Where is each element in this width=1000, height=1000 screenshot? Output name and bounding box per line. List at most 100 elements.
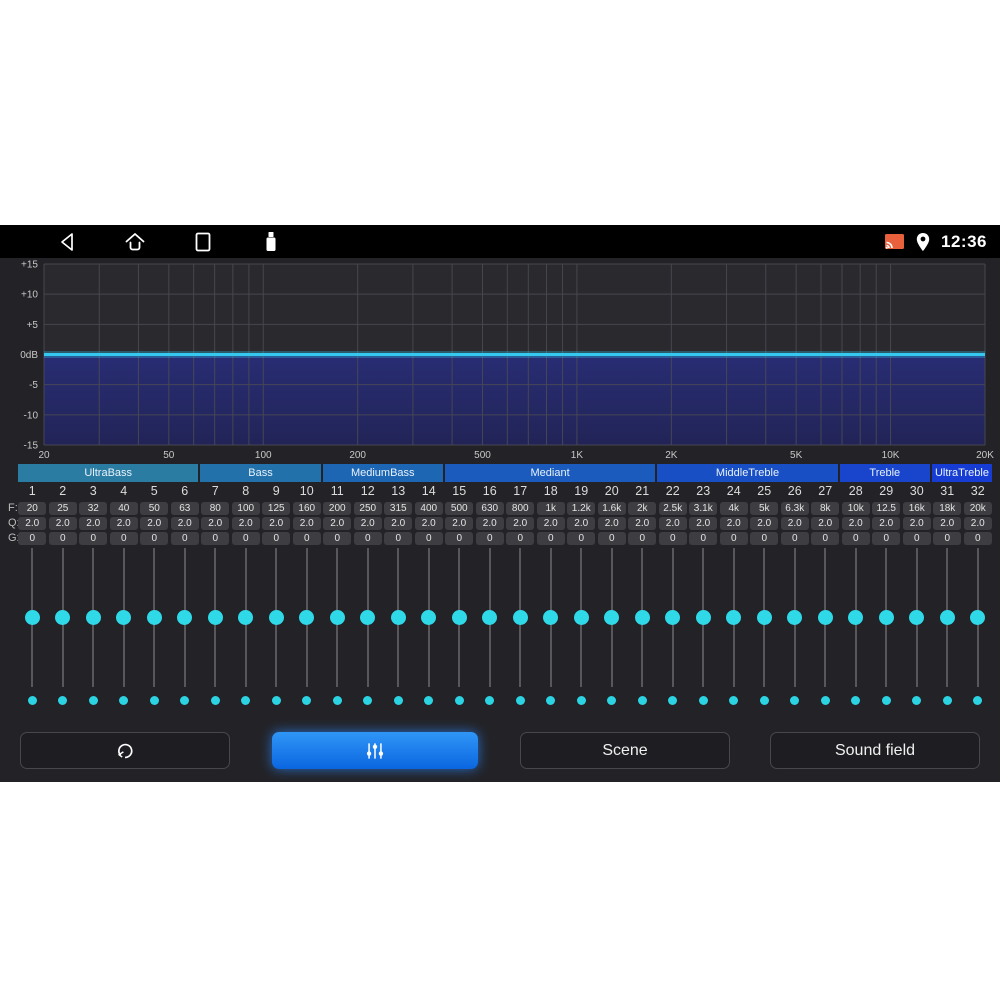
gain-slider-band-28[interactable] bbox=[841, 548, 872, 712]
slider-knob[interactable] bbox=[85, 609, 101, 625]
slider-knob[interactable] bbox=[116, 609, 132, 625]
slider-knob[interactable] bbox=[695, 609, 711, 625]
gain-slider-band-25[interactable] bbox=[749, 548, 780, 712]
gain-slider-band-30[interactable] bbox=[902, 548, 933, 712]
gain-slider-band-22[interactable] bbox=[658, 548, 689, 712]
gain-slider-band-21[interactable] bbox=[627, 548, 658, 712]
band-frequency-value: 25 bbox=[48, 502, 77, 515]
slider-knob[interactable] bbox=[451, 609, 467, 625]
band-frequency-row: 20 25 32 40 50 63 80 100 125 160 200 250 315 400 500 63… bbox=[17, 501, 993, 516]
gain-slider-band-11[interactable] bbox=[322, 548, 353, 712]
band-gain-15: 0 bbox=[444, 531, 475, 546]
band-dot-indicator bbox=[820, 695, 830, 705]
gain-slider-band-7[interactable] bbox=[200, 548, 231, 712]
back-icon[interactable] bbox=[56, 231, 78, 253]
slider-knob[interactable] bbox=[238, 609, 254, 625]
slider-knob[interactable] bbox=[268, 609, 284, 625]
band-q-row: 2.0 2.0 2.0 2.0 2.0 2.0 2.0 2.0 2.0 2.0 2.0 2.0 2.0 2… bbox=[17, 516, 993, 531]
gain-slider-band-31[interactable] bbox=[932, 548, 963, 712]
gain-slider-band-23[interactable] bbox=[688, 548, 719, 712]
usb-icon[interactable] bbox=[260, 231, 282, 253]
slider-knob[interactable] bbox=[939, 609, 955, 625]
gain-slider-band-18[interactable] bbox=[536, 548, 567, 712]
gain-slider-band-19[interactable] bbox=[566, 548, 597, 712]
equalizer-sliders-icon bbox=[364, 740, 386, 762]
gain-slider-band-4[interactable] bbox=[109, 548, 140, 712]
gain-slider-band-6[interactable] bbox=[170, 548, 201, 712]
gain-slider-band-13[interactable] bbox=[383, 548, 414, 712]
band-frequency-value: 40 bbox=[109, 502, 138, 515]
gain-slider-band-8[interactable] bbox=[231, 548, 262, 712]
slider-knob[interactable] bbox=[573, 609, 589, 625]
slider-knob[interactable] bbox=[177, 609, 193, 625]
gain-slider-band-32[interactable] bbox=[963, 548, 994, 712]
band-frequency-value: 6.3k bbox=[780, 502, 809, 515]
scene-button[interactable]: Scene bbox=[520, 732, 730, 769]
slider-knob[interactable] bbox=[726, 609, 742, 625]
recents-icon[interactable] bbox=[192, 231, 214, 253]
band-dot-indicator bbox=[27, 695, 37, 705]
slider-knob[interactable] bbox=[970, 609, 986, 625]
equalizer-button[interactable] bbox=[272, 732, 478, 769]
slider-knob[interactable] bbox=[665, 609, 681, 625]
slider-knob[interactable] bbox=[146, 609, 162, 625]
slider-knob[interactable] bbox=[55, 609, 71, 625]
gain-slider-band-24[interactable] bbox=[719, 548, 750, 712]
slider-knob[interactable] bbox=[24, 609, 40, 625]
band-q-20: 2.0 bbox=[597, 516, 628, 531]
gain-slider-band-12[interactable] bbox=[353, 548, 384, 712]
slider-knob[interactable] bbox=[878, 609, 894, 625]
slider-knob[interactable] bbox=[604, 609, 620, 625]
slider-knob[interactable] bbox=[543, 609, 559, 625]
band-gain-22: 0 bbox=[658, 531, 689, 546]
band-number-value: 30 bbox=[909, 484, 924, 498]
band-frequency-1: 20 bbox=[17, 501, 48, 516]
slider-knob[interactable] bbox=[390, 609, 406, 625]
home-icon[interactable] bbox=[124, 231, 146, 253]
band-frequency-8: 100 bbox=[231, 501, 262, 516]
gain-slider-band-26[interactable] bbox=[780, 548, 811, 712]
slider-knob[interactable] bbox=[482, 609, 498, 625]
sound-field-button[interactable]: Sound field bbox=[770, 732, 980, 769]
slider-knob[interactable] bbox=[787, 609, 803, 625]
slider-knob[interactable] bbox=[207, 609, 223, 625]
band-number-4: 4 bbox=[109, 483, 140, 499]
band-q-1: 2.0 bbox=[17, 516, 48, 531]
slider-knob[interactable] bbox=[421, 609, 437, 625]
slider-knob[interactable] bbox=[909, 609, 925, 625]
gain-slider-band-9[interactable] bbox=[261, 548, 292, 712]
slider-knob[interactable] bbox=[360, 609, 376, 625]
gain-slider-band-27[interactable] bbox=[810, 548, 841, 712]
gain-slider-band-10[interactable] bbox=[292, 548, 323, 712]
slider-knob[interactable] bbox=[512, 609, 528, 625]
gain-slider-band-29[interactable] bbox=[871, 548, 902, 712]
slider-knob[interactable] bbox=[299, 609, 315, 625]
band-q-16: 2.0 bbox=[475, 516, 506, 531]
band-number-5: 5 bbox=[139, 483, 170, 499]
band-frequency-13: 315 bbox=[383, 501, 414, 516]
slider-knob[interactable] bbox=[756, 609, 772, 625]
gain-slider-band-5[interactable] bbox=[139, 548, 170, 712]
slider-knob[interactable] bbox=[848, 609, 864, 625]
slider-knob[interactable] bbox=[817, 609, 833, 625]
reset-arrow-icon bbox=[114, 740, 136, 762]
gain-slider-band-16[interactable] bbox=[475, 548, 506, 712]
gain-slider-band-15[interactable] bbox=[444, 548, 475, 712]
band-frequency-25: 5k bbox=[749, 501, 780, 516]
band-number-29: 29 bbox=[871, 483, 902, 499]
band-dot-indicator bbox=[424, 695, 434, 705]
gain-slider-band-3[interactable] bbox=[78, 548, 109, 712]
gain-slider-band-17[interactable] bbox=[505, 548, 536, 712]
svg-text:2K: 2K bbox=[665, 450, 678, 461]
gain-slider-band-1[interactable] bbox=[17, 548, 48, 712]
band-q-31: 2.0 bbox=[932, 516, 963, 531]
reset-button[interactable] bbox=[20, 732, 230, 769]
gain-slider-band-14[interactable] bbox=[414, 548, 445, 712]
band-number-28: 28 bbox=[841, 483, 872, 499]
band-gain-value: 0 bbox=[536, 532, 565, 545]
gain-slider-band-2[interactable] bbox=[48, 548, 79, 712]
slider-knob[interactable] bbox=[329, 609, 345, 625]
slider-knob[interactable] bbox=[634, 609, 650, 625]
band-gain-value: 0 bbox=[628, 532, 657, 545]
gain-slider-band-20[interactable] bbox=[597, 548, 628, 712]
